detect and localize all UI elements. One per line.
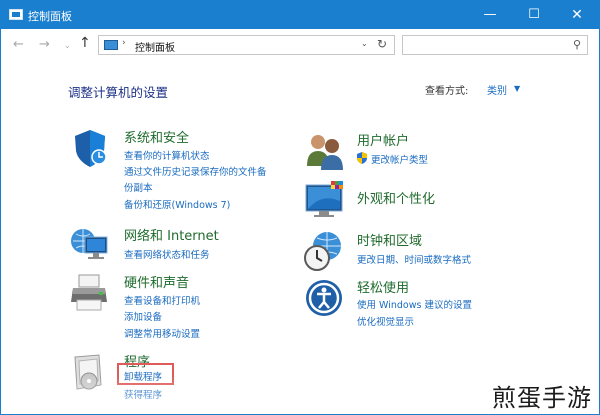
category-title-user-accounts[interactable]: 用户帐户 [357,130,409,149]
link-add-device[interactable]: 添加设备 [124,309,162,323]
maximize-button[interactable]: ☐ [513,1,555,29]
refresh-button[interactable]: ↻ [377,37,387,51]
link-devices-printers[interactable]: 查看设备和打印机 [124,293,200,307]
up-button[interactable]: ↑ [79,35,91,51]
ease-of-access-icon[interactable] [303,277,345,319]
close-button[interactable]: ✕ [556,1,598,29]
link-get-programs[interactable]: 获得程序 [124,387,162,401]
breadcrumb-control-panel[interactable]: 控制面板 [135,39,175,54]
navigation-bar: ← → ⌄ ↑ › 控制面板 ⌄ ↻ ⚲ [1,29,599,63]
link-change-account-type[interactable]: 更改帐户类型 [371,152,428,166]
minimize-button[interactable]: — [469,1,511,29]
view-by-label: 查看方式: [425,86,469,97]
window-title: 控制面板 [28,10,72,23]
control-panel-window: 控制面板 — ☐ ✕ ← → ⌄ ↑ › 控制面板 ⌄ ↻ ⚲ 调整计算机的设置… [0,0,600,415]
appearance-icon[interactable] [303,179,345,221]
address-dropdown-button[interactable]: ⌄ [361,39,368,48]
shield-icon[interactable] [69,127,111,169]
users-icon[interactable] [303,130,345,172]
programs-icon[interactable] [69,351,111,393]
category-title-system-security[interactable]: 系统和安全 [124,127,189,146]
view-by-dropdown[interactable]: 类别 [487,82,507,97]
search-input[interactable]: ⚲ [402,35,588,55]
control-panel-icon [104,40,118,50]
link-change-date-time-format[interactable]: 更改日期、时间或数字格式 [357,252,471,266]
category-title-ease-of-access[interactable]: 轻松使用 [357,277,409,296]
control-panel-icon [9,9,23,20]
search-icon[interactable]: ⚲ [573,38,581,51]
link-view-computer-status[interactable]: 查看你的计算机状态 [124,148,210,162]
link-windows-suggested-settings[interactable]: 使用 Windows 建议的设置 [357,297,472,311]
uninstall-highlight-box [117,363,174,385]
uac-shield-icon [357,152,367,164]
chevron-down-icon[interactable]: ▼ [514,84,520,93]
clock-icon[interactable] [303,230,345,272]
category-title-clock-region[interactable]: 时钟和区域 [357,230,422,249]
link-file-history-backup[interactable]: 通过文件历史记录保存你的文件备 [124,164,267,178]
link-network-status[interactable]: 查看网络状态和任务 [124,247,210,261]
link-file-history-backup-cont[interactable]: 份副本 [124,180,153,194]
breadcrumb-separator[interactable]: › [122,38,126,48]
title-bar[interactable]: 控制面板 — ☐ ✕ [1,1,599,29]
network-icon[interactable] [69,223,111,265]
category-title-appearance[interactable]: 外观和个性化 [357,188,435,207]
recent-locations-button[interactable]: ⌄ [64,41,71,50]
watermark-text: 煎蛋手游 [488,378,596,413]
forward-button[interactable]: → [39,37,50,52]
address-bar[interactable]: › 控制面板 ⌄ ↻ [98,35,395,55]
category-title-network[interactable]: 网络和 Internet [124,225,219,244]
back-button[interactable]: ← [13,37,24,52]
link-optimize-visual-display[interactable]: 优化视觉显示 [357,314,414,328]
printer-icon[interactable] [69,272,111,314]
page-title: 调整计算机的设置 [68,85,169,100]
category-title-hardware-sound[interactable]: 硬件和声音 [124,272,189,291]
link-backup-restore[interactable]: 备份和还原(Windows 7) [124,197,230,211]
link-mobility-settings[interactable]: 调整常用移动设置 [124,326,200,340]
